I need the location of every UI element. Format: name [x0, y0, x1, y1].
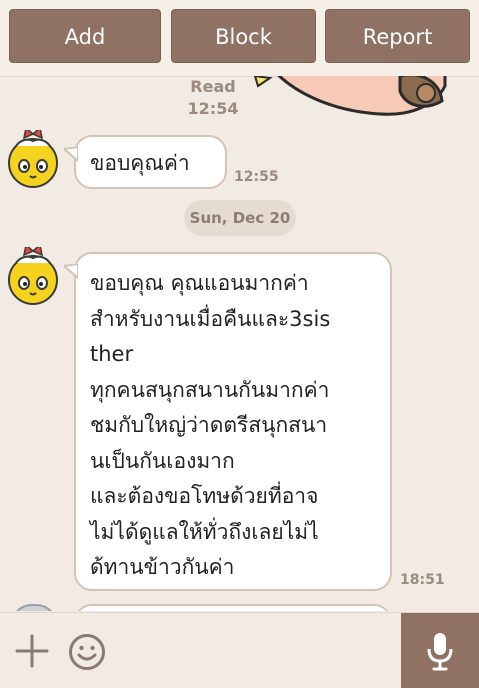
voice-message-button[interactable]: [401, 613, 479, 688]
report-button[interactable]: Report: [325, 9, 470, 63]
top-action-bar: Add Block Report: [0, 0, 479, 77]
sticker-image[interactable]: [250, 76, 450, 126]
add-button[interactable]: Add: [9, 9, 161, 63]
plus-icon[interactable]: [15, 634, 49, 668]
contact-avatar[interactable]: [10, 604, 58, 611]
message-line: ด้ทานข้าวกันค่า: [90, 555, 235, 579]
message-text: ขอบคุณ คุณแอนมากค่า สำหรับงานเมื่อคืนและ…: [90, 266, 380, 586]
message-line: นเป็นกันเองมาก: [90, 448, 235, 473]
read-time: 12:54: [187, 99, 239, 118]
message-time: 18:51: [400, 572, 445, 588]
message-line: ทุกคนสนุกสนานกันมากค่า: [90, 377, 330, 402]
message-bubble[interactable]: ขอบคุณค่า: [64, 135, 227, 189]
smiley-icon[interactable]: [68, 633, 106, 671]
message-line: ther: [90, 342, 134, 366]
message-time: 12:55: [234, 169, 279, 185]
message-bubble[interactable]: ขอบคุณ คุณแอนมากค่า สำหรับงานเมื่อคืนและ…: [64, 252, 392, 591]
date-separator: Sun, Dec 20: [184, 200, 296, 236]
microphone-icon: [427, 633, 453, 671]
block-button[interactable]: Block: [171, 9, 316, 63]
message-bubble[interactable]: [74, 604, 392, 611]
contact-avatar[interactable]: [4, 130, 62, 188]
input-bar: [0, 612, 479, 688]
message-line: ขอบคุณ คุณแอนมากค่า: [90, 271, 309, 295]
message-line: ชมกับใหญ่ว่าดตรีสนุกสนา: [90, 413, 328, 437]
contact-avatar[interactable]: [4, 247, 62, 305]
message-line: ไม่ได้ดูแลให้ทั่วถึงเลยไม่ไ: [90, 519, 319, 544]
chat-area[interactable]: Read 12:54 ขอบคุณค่า 12:55 Sun, Dec 20 ข…: [0, 76, 479, 611]
message-line: และต้องขอโทษด้วยที่อาจ: [90, 484, 319, 508]
bubble-tail: [64, 147, 78, 163]
bubble-tail: [64, 264, 78, 280]
message-line: สำหรับงานเมื่อคืนและ3sis: [90, 306, 331, 331]
read-label: Read: [190, 77, 236, 96]
read-receipt: Read 12:54: [180, 76, 246, 120]
message-text: ขอบคุณค่า: [90, 151, 190, 175]
